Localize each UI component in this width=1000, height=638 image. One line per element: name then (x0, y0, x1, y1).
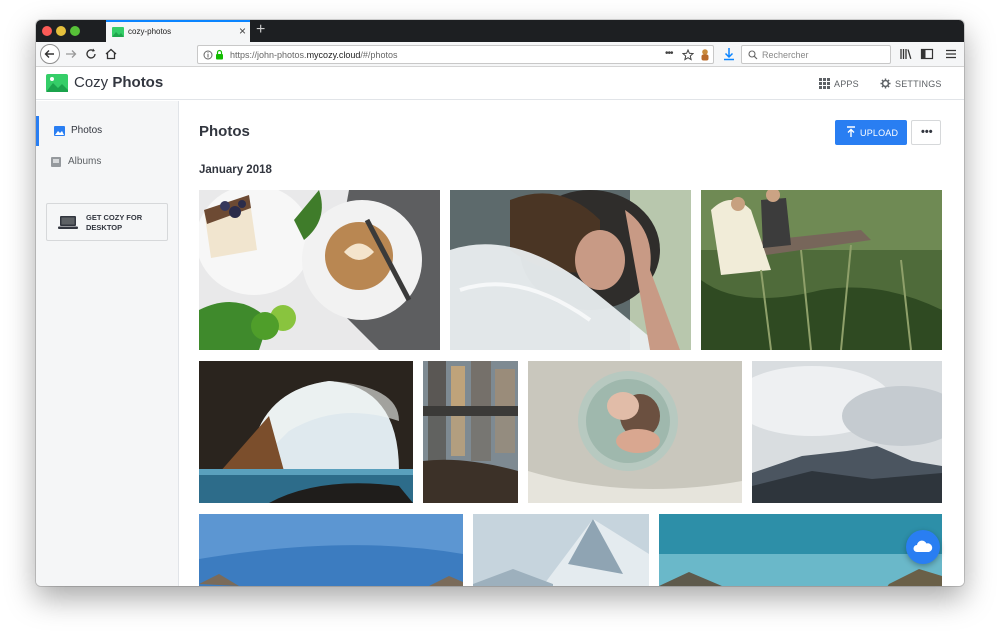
photo-cloudy-mountains[interactable] (752, 361, 942, 503)
album-icon (51, 157, 61, 167)
photo-blue-sky-landscape[interactable] (199, 514, 463, 586)
settings-label: SETTINGS (895, 79, 942, 89)
cozy-photos-favicon-icon (112, 27, 124, 37)
brand-light: Cozy (74, 74, 109, 91)
library-icon[interactable] (898, 46, 914, 62)
browser-window: cozy-photos × + https://john-photos.myco… (36, 20, 964, 586)
tab-close-icon[interactable]: × (239, 24, 246, 38)
sidebar-toggle-icon[interactable] (919, 46, 935, 62)
photo-baby-on-blanket-image (528, 361, 742, 503)
photo-snowy-peak[interactable] (473, 514, 649, 586)
upload-button[interactable]: UPLOAD (835, 120, 907, 145)
arrow-left-icon (44, 50, 54, 58)
info-icon[interactable] (203, 50, 213, 60)
more-options-button[interactable]: ••• (911, 120, 941, 145)
more-icon: ••• (921, 126, 933, 138)
zoom-window-button[interactable] (70, 26, 80, 36)
laptop-icon (58, 216, 78, 229)
tab-bar: cozy-photos × + (36, 20, 964, 42)
sidebar-item-albums[interactable]: Albums (36, 147, 178, 177)
url-domain: mycozy.cloud (306, 50, 361, 60)
photo-turquoise-sky-image (659, 514, 942, 586)
app-brand[interactable]: Cozy Photos (74, 74, 163, 91)
secure-lock-icon (216, 49, 223, 60)
hamburger-menu-icon[interactable] (943, 46, 959, 62)
settings-button[interactable]: SETTINGS (880, 78, 942, 89)
url-text: https://john-photos.mycozy.cloud/#/photo… (230, 50, 397, 60)
get-cozy-desktop-label: GET COZY FOR DESKTOP (86, 213, 143, 232)
back-button[interactable] (40, 44, 60, 64)
apps-grid-icon (819, 78, 830, 89)
photo-coffee-and-cake[interactable] (199, 190, 440, 350)
brand-strong: Photos (112, 74, 164, 91)
url-suffix: /#/photos (360, 50, 398, 60)
sidebar-item-label: Photos (71, 125, 103, 136)
upload-label: UPLOAD (860, 128, 899, 138)
search-icon (748, 50, 758, 60)
page-title: Photos (199, 123, 250, 140)
tab-title: cozy-photos (128, 27, 172, 36)
new-tab-button[interactable]: + (256, 20, 265, 40)
reload-icon[interactable] (83, 46, 99, 62)
screen: cozy-photos × + https://john-photos.myco… (0, 0, 1000, 638)
photo-couple-on-bridge[interactable] (701, 190, 942, 350)
photo-snowy-peak-image (473, 514, 649, 586)
cozy-bar-cloud-button[interactable] (906, 530, 940, 564)
photo-wedding-veil-image (450, 190, 691, 350)
photo-couple-on-bridge-image (701, 190, 942, 350)
tab-cozy-photos[interactable]: cozy-photos × (106, 20, 250, 42)
close-window-button[interactable] (42, 26, 52, 36)
cozy-photos-logo-icon (46, 74, 68, 92)
home-icon[interactable] (103, 46, 119, 62)
search-bar[interactable]: Rechercher (741, 45, 891, 64)
photo-blue-sky-landscape-image (199, 514, 463, 586)
gear-icon (880, 78, 891, 89)
photo-coffee-and-cake-image (199, 190, 440, 350)
sidebar: Photos Albums GET COZY FOR DESKTOP (36, 101, 179, 586)
get-cozy-desktop-button[interactable]: GET COZY FOR DESKTOP (46, 203, 168, 241)
forward-arrow-icon[interactable] (63, 46, 79, 62)
download-icon[interactable] (721, 46, 737, 62)
extension-icon[interactable] (699, 48, 711, 62)
bookmark-star-icon[interactable] (682, 49, 694, 61)
app-header: Cozy Photos APPS SETTINGS (36, 68, 964, 100)
photo-baby-on-blanket[interactable] (528, 361, 742, 503)
cloud-icon (913, 540, 933, 552)
minimize-window-button[interactable] (56, 26, 66, 36)
main-content: Photos UPLOAD ••• January 2018 (179, 101, 964, 586)
navigation-bar: https://john-photos.mycozy.cloud/#/photo… (36, 42, 964, 67)
photo-city-reflection-image (423, 361, 518, 503)
photo-sea-cave-image (199, 361, 413, 503)
photo-cloudy-mountains-image (752, 361, 942, 503)
image-icon (54, 126, 65, 136)
url-bar[interactable]: https://john-photos.mycozy.cloud/#/photo… (197, 45, 714, 64)
apps-label: APPS (834, 79, 859, 89)
page-actions-icon[interactable]: ••• (665, 48, 673, 59)
photo-sea-cave[interactable] (199, 361, 413, 503)
section-date-heading: January 2018 (199, 164, 272, 176)
apps-button[interactable]: APPS (819, 78, 859, 89)
photo-turquoise-sky[interactable] (659, 514, 942, 586)
search-input[interactable]: Rechercher (762, 50, 809, 60)
upload-icon (847, 126, 855, 137)
sidebar-item-photos[interactable]: Photos (36, 116, 178, 146)
sidebar-item-label: Albums (68, 156, 102, 167)
photo-city-reflection[interactable] (423, 361, 518, 503)
photo-wedding-veil[interactable] (450, 190, 691, 350)
url-prefix: https://john-photos. (230, 50, 307, 60)
